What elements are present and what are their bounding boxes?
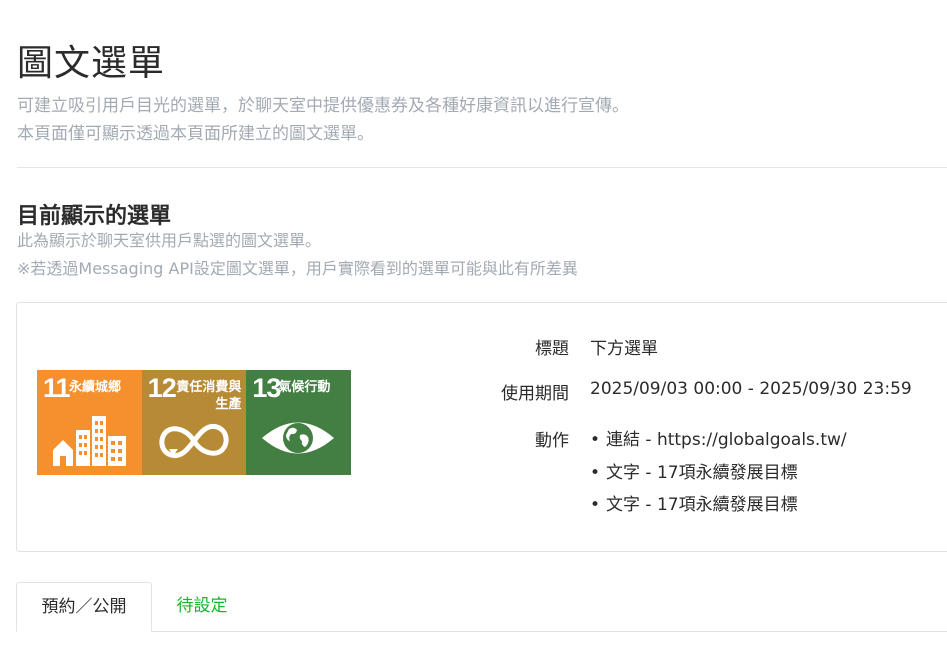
current-menu-title: 目前顯示的選單 — [17, 204, 172, 229]
usage-period-label: 使用期間 — [501, 384, 569, 404]
sdg-12-number: 12 — [147, 373, 177, 403]
page-description-line-1: 可建立吸引用戶目光的選單，於聊天室中提供優惠券及各種好康資訊以進行宣傳。 — [17, 96, 629, 116]
sdg-11-text: 永續城鄉 — [69, 380, 122, 395]
action-item: 文字 - 17項永續發展目標 — [590, 489, 847, 522]
menu-status-tabs: 預約／公開 待設定 — [16, 582, 947, 632]
current-menu-card: 11 永續城鄉 12 責任消費與生產 13 氣候行動 標題 下方選單 使用期間 … — [16, 302, 947, 552]
rich-menu-preview-image: 11 永續城鄉 12 責任消費與生產 13 氣候行動 — [37, 370, 352, 475]
sdg-13-number: 13 — [252, 373, 281, 403]
sdg-13-tile: 13 氣候行動 — [246, 370, 352, 475]
actions-list: 連結 - https://globalgoals.tw/ 文字 - 17項永續發… — [590, 424, 847, 522]
sdg-13-text: 氣候行動 — [278, 380, 331, 395]
page-description: 可建立吸引用戶目光的選單，於聊天室中提供優惠券及各種好康資訊以進行宣傳。 本頁面… — [17, 92, 629, 148]
sdg-12-tile: 12 責任消費與生產 — [141, 370, 247, 475]
tab-pending-setup[interactable]: 待設定 — [152, 582, 252, 632]
header-divider — [17, 167, 947, 168]
eye-globe-icon — [262, 422, 335, 454]
tab-scheduled-public[interactable]: 預約／公開 — [16, 582, 152, 632]
current-menu-description-line-1: 此為顯示於聊天室供用戶點選的圖文選單。 — [17, 231, 322, 250]
current-menu-description-line-2: ※若透過Messaging API設定圖文選單，用戶實際看到的選單可能與此有所差… — [17, 259, 578, 278]
sdg-11-number: 11 — [43, 373, 71, 403]
infinity-loop-icon — [159, 423, 229, 459]
page-description-line-2: 本頁面僅可顯示透過本頁面所建立的圖文選單。 — [17, 124, 374, 144]
actions-label: 動作 — [535, 431, 569, 451]
sdg-11-tile: 11 永續城鄉 — [37, 370, 142, 475]
menu-title-value: 下方選單 — [590, 339, 658, 359]
city-buildings-icon — [53, 416, 126, 466]
action-item: 連結 - https://globalgoals.tw/ — [590, 424, 847, 457]
current-menu-description: 此為顯示於聊天室供用戶點選的圖文選單。 ※若透過Messaging API設定圖… — [17, 227, 578, 283]
usage-period-value: 2025/09/03 00:00 - 2025/09/30 23:59 — [590, 379, 912, 399]
menu-title-label: 標題 — [535, 339, 569, 359]
page-title: 圖文選單 — [17, 43, 166, 84]
action-item: 文字 - 17項永續發展目標 — [590, 457, 847, 490]
sdg-12-text: 責任消費與生產 — [176, 380, 242, 412]
